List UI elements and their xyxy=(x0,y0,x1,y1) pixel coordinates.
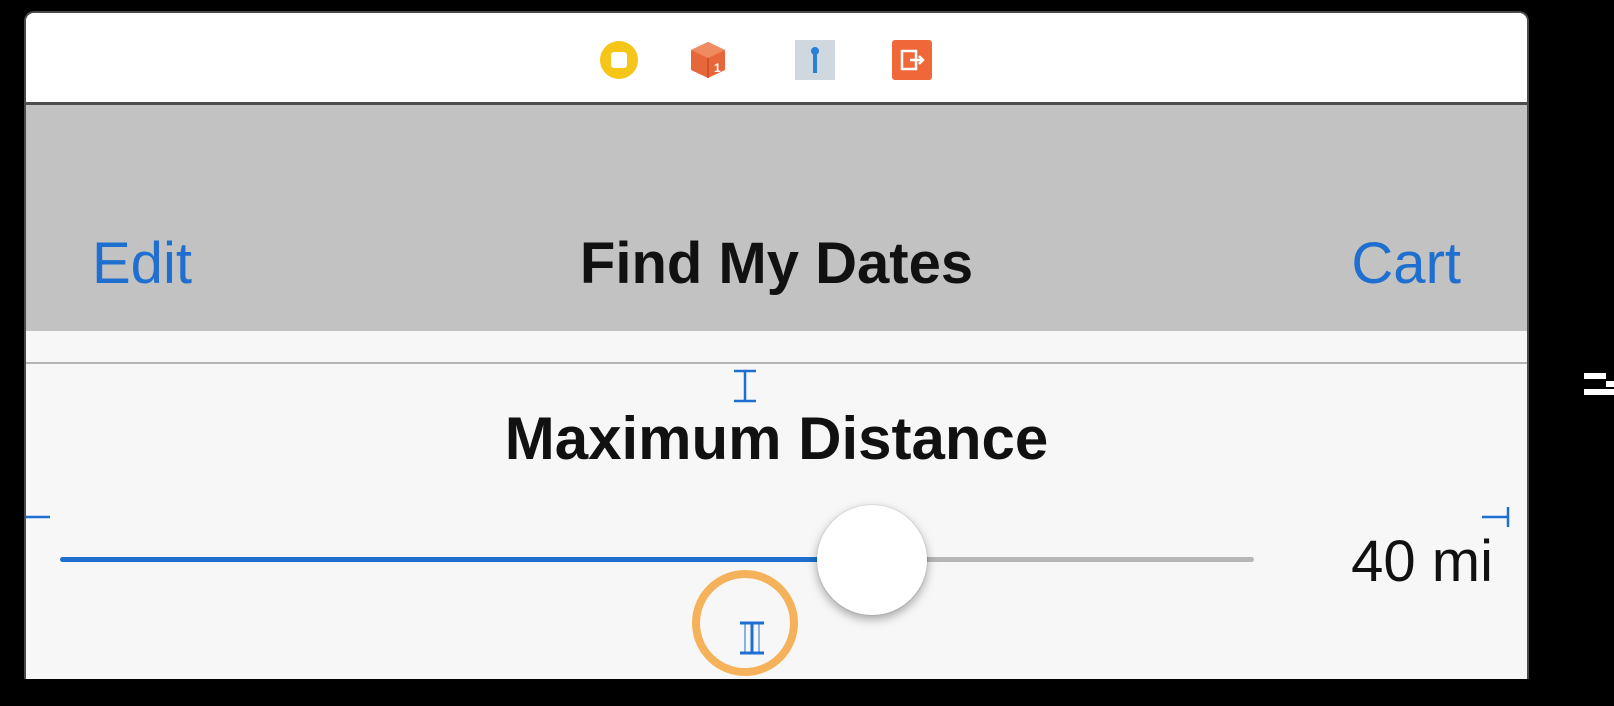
exit-icon[interactable] xyxy=(891,39,933,81)
distance-slider-thumb[interactable] xyxy=(816,505,927,615)
exit-segue-icon[interactable] xyxy=(794,39,836,81)
svg-text:1: 1 xyxy=(714,61,721,75)
scene-dock: 1 xyxy=(26,13,1527,105)
view-controller-scene[interactable]: 1 Edit Find My Dates Cart Maximum Distan… xyxy=(24,11,1529,679)
interface-builder-canvas: 1 Edit Find My Dates Cart Maximum Distan… xyxy=(0,0,1614,706)
leading-constraint-icon[interactable] xyxy=(24,505,52,529)
cart-button[interactable]: Cart xyxy=(1351,235,1461,293)
top-layout-strip xyxy=(26,331,1527,364)
offscreen-marker-icon xyxy=(1584,373,1614,395)
highlight-ring xyxy=(692,570,798,676)
vertical-constraint-icon[interactable] xyxy=(730,369,760,403)
slider-value-label: 40 mi xyxy=(1351,529,1493,594)
trailing-constraint-icon[interactable] xyxy=(1480,505,1510,529)
maximum-distance-label: Maximum Distance xyxy=(504,405,1049,472)
nav-title: Find My Dates xyxy=(579,231,974,296)
view-controller-icon[interactable] xyxy=(598,39,640,81)
navigation-bar: Edit Find My Dates Cart xyxy=(26,105,1527,331)
first-responder-icon[interactable]: 1 xyxy=(687,39,729,81)
slider-max-track[interactable] xyxy=(871,557,1254,562)
slider-min-track[interactable] xyxy=(60,557,872,562)
